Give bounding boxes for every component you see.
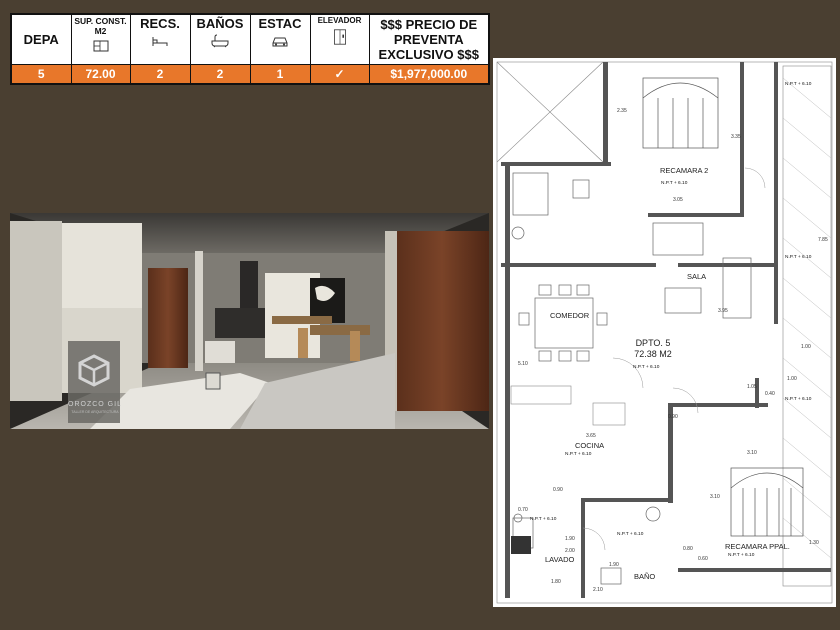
- room-label-bano: BAÑO: [634, 572, 656, 581]
- dimension-label: 2.35: [617, 108, 627, 114]
- dimension-label: 0.90: [553, 487, 563, 493]
- cell-sup: 72.00: [70, 64, 131, 85]
- header-sup-label: SUP. CONST.: [74, 16, 127, 26]
- header-banos-label: BAÑOS: [196, 16, 244, 31]
- room-label-comedor: COMEDOR: [550, 311, 590, 320]
- npt-label: N.P.T + 6.10: [565, 452, 592, 457]
- dimension-label: 2.10: [593, 587, 603, 593]
- npt-label: N.P.T + 6.10: [633, 365, 660, 370]
- floor-plan-drawing: [496, 61, 833, 604]
- bed-icon: [152, 37, 168, 46]
- dimension-label: 1.05: [747, 384, 757, 390]
- dimension-label: 3.95: [718, 308, 728, 314]
- cell-recs: 2: [129, 64, 191, 85]
- table-header-row: DEPA SUP. CONST. M2 RECS. BAÑOS ESTAC EL…: [10, 13, 490, 65]
- header-estac-label: ESTAC: [258, 16, 302, 31]
- npt-label: N.P.T + 6.10: [617, 532, 644, 537]
- dimension-label: 1.00: [787, 376, 797, 382]
- cell-depa: 5: [10, 64, 72, 85]
- npt-label: N.P.T + 6.10: [785, 397, 812, 402]
- dimension-label: 0.60: [698, 556, 708, 562]
- header-recs-label: RECS.: [140, 16, 180, 31]
- npt-label: N.P.T + 6.10: [785, 82, 812, 87]
- header-depa: DEPA: [10, 13, 72, 65]
- npt-label: N.P.T + 6.10: [661, 181, 688, 186]
- dimension-label: 3.10: [710, 494, 720, 500]
- table-row: 5 72.00 2 2 1 ✓ $1,977,000.00: [10, 64, 490, 85]
- header-precio-line3: EXCLUSIVO $$$: [378, 47, 479, 62]
- watermark-logo-subtitle: TALLER DE ARQUITECTURA: [71, 410, 119, 414]
- npt-label: N.P.T + 6.10: [785, 255, 812, 260]
- dimension-label: 3.35: [731, 134, 741, 140]
- unit-area: 72.38 M2: [634, 349, 672, 359]
- dimension-label: 0.80: [683, 546, 693, 552]
- room-label-lavado: LAVADO: [545, 555, 575, 564]
- price-table: DEPA SUP. CONST. M2 RECS. BAÑOS ESTAC EL…: [10, 13, 490, 85]
- unit-name: DPTO. 5: [635, 338, 671, 348]
- cell-elevador: ✓: [309, 64, 370, 85]
- area-plan-icon: [93, 40, 108, 52]
- interior-render-image: [10, 213, 489, 429]
- cell-precio: $1,977,000.00: [368, 64, 490, 85]
- dimension-label: 0.40: [765, 391, 775, 397]
- dimension-label: 2.00: [565, 548, 575, 554]
- bathtub-icon: [211, 34, 229, 48]
- header-estac: ESTAC: [249, 13, 311, 65]
- dimension-label: 1.90: [565, 536, 575, 542]
- room-label-recamara-ppal: RECAMARA PPAL.: [725, 542, 790, 551]
- header-banos: BAÑOS: [189, 13, 251, 65]
- car-icon: [272, 37, 288, 47]
- dimension-label: 0.70: [518, 507, 528, 513]
- dimension-label: 5.10: [518, 361, 528, 367]
- dimension-label: 3.05: [673, 197, 683, 203]
- dimension-label: 1.00: [801, 344, 811, 350]
- dimension-label: 1.30: [809, 540, 819, 546]
- cell-estac: 1: [249, 64, 311, 85]
- header-recs: RECS.: [129, 13, 191, 65]
- npt-label: N.P.T + 6.10: [530, 517, 557, 522]
- header-elevador: ELEVADOR: [309, 13, 370, 65]
- watermark-logo-text: OROZCO GIL: [68, 401, 122, 408]
- cell-banos: 2: [189, 64, 251, 85]
- header-depa-label: DEPA: [23, 32, 59, 47]
- header-precio-line2: PREVENTA: [393, 32, 464, 47]
- floor-plan: RECAMARA 2 N.P.T + 6.10 SALA COMEDOR DPT…: [493, 58, 836, 607]
- dimension-label: 1.80: [551, 579, 561, 585]
- header-sup: SUP. CONST. M2: [70, 13, 131, 65]
- room-label-cocina: COCINA: [575, 441, 605, 450]
- header-sup-unit: M2: [94, 26, 107, 36]
- dimension-label: 0.90: [668, 414, 678, 420]
- dimension-label: 3.65: [586, 433, 596, 439]
- room-label-sala: SALA: [687, 272, 707, 281]
- interior-render: [10, 213, 489, 429]
- header-elevador-label: ELEVADOR: [317, 16, 362, 25]
- dimension-label: 3.10: [747, 450, 757, 456]
- dimension-label: 7.85: [818, 237, 828, 243]
- dimension-label: 1.90: [609, 562, 619, 568]
- header-precio: $$$ PRECIO DE PREVENTA EXCLUSIVO $$$: [368, 13, 490, 65]
- npt-label: N.P.T + 6.10: [728, 553, 755, 558]
- elevator-icon: [333, 29, 346, 45]
- room-label-recamara-2: RECAMARA 2: [660, 166, 709, 175]
- header-precio-line1: $$$ PRECIO DE: [380, 17, 478, 32]
